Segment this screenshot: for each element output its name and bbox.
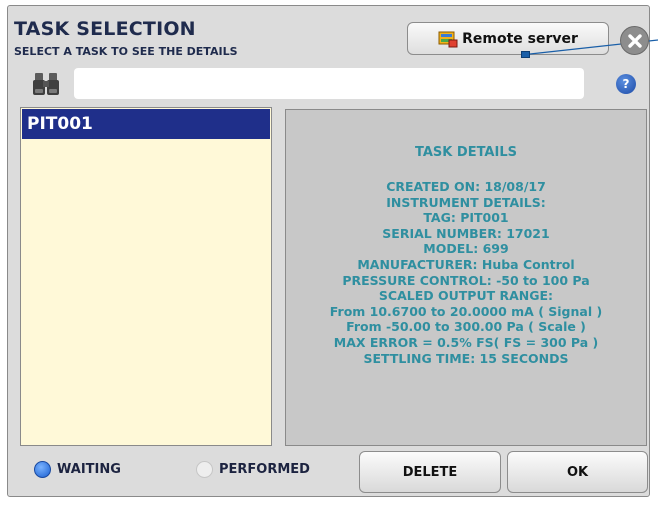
- delete-button[interactable]: DELETE: [359, 451, 501, 493]
- help-button[interactable]: ?: [616, 74, 636, 94]
- detail-line-scale: From -50.00 to 300.00 Pa ( Scale ): [346, 319, 586, 335]
- detail-line-settling: SETTLING TIME: 15 SECONDS: [363, 350, 569, 366]
- detail-line-serial: SERIAL NUMBER: 17021: [382, 225, 550, 241]
- detail-line-max-error: MAX ERROR = 0.5% FS( FS = 300 Pa ): [333, 334, 599, 350]
- radio-selected-indicator: [34, 461, 51, 478]
- detail-line-output-range: SCALED OUTPUT RANGE:: [378, 288, 554, 304]
- binoculars-icon: [32, 71, 62, 97]
- detail-line-tag: TAG: PIT001: [423, 210, 509, 226]
- task-list: PIT001: [20, 107, 272, 446]
- task-details-heading: TASK DETAILS: [415, 145, 517, 160]
- performed-label: PERFORMED: [219, 462, 310, 477]
- ok-button[interactable]: OK: [507, 451, 648, 493]
- radio-unselected-indicator: [196, 461, 213, 478]
- task-list-item[interactable]: PIT001: [22, 109, 270, 139]
- waiting-radio[interactable]: WAITING: [34, 461, 121, 478]
- search-input[interactable]: [74, 68, 584, 99]
- detail-line-pressure: PRESSURE CONTROL: -50 to 100 Pa: [342, 272, 590, 288]
- close-icon: [627, 33, 642, 48]
- detail-line-manufacturer: MANUFACTURER: Huba Control: [357, 256, 575, 272]
- detail-line-model: MODEL: 699: [423, 241, 509, 257]
- detail-line-signal: From 10.6700 to 20.0000 mA ( Signal ): [329, 303, 603, 319]
- performed-radio[interactable]: PERFORMED: [196, 461, 310, 478]
- close-button[interactable]: [620, 26, 649, 55]
- detail-line-instrument: INSTRUMENT DETAILS:: [386, 194, 546, 210]
- waiting-label: WAITING: [57, 462, 121, 477]
- task-details-panel: TASK DETAILS CREATED ON: 18/08/17 INSTRU…: [285, 109, 647, 446]
- detail-line-created: CREATED ON: 18/08/17: [386, 179, 546, 194]
- help-icon: ?: [622, 77, 630, 91]
- connection-indicator: [521, 51, 530, 58]
